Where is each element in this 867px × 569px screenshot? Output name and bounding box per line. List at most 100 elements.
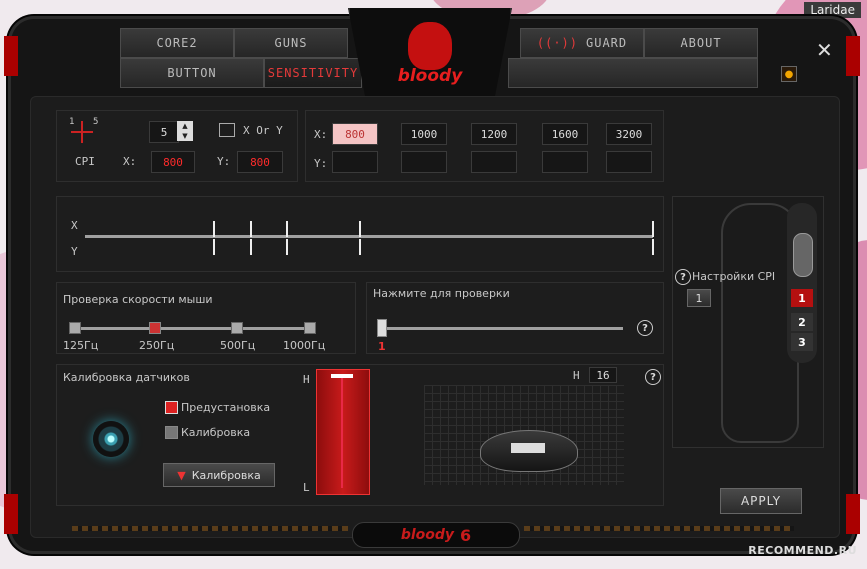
cpi-y-label: Y:	[217, 155, 231, 168]
tab-guns[interactable]: GUNS	[234, 28, 348, 58]
gauge-high-label: H	[303, 373, 310, 386]
mouse-cpi-button-2[interactable]: 2	[791, 313, 813, 331]
signal-icon: ((·))	[536, 36, 578, 50]
preset-x-5[interactable]: 3200	[606, 123, 652, 145]
cpi-label: CPI	[75, 155, 95, 168]
sensitivity-marker-1b[interactable]	[213, 239, 215, 255]
polling-track[interactable]	[75, 327, 311, 330]
preset-x-4[interactable]: 1600	[542, 123, 588, 145]
sensitivity-track[interactable]	[85, 235, 653, 238]
preset-x-2[interactable]: 1000	[401, 123, 447, 145]
cpi-level-max: 5	[93, 117, 99, 127]
sensitivity-marker-2b[interactable]	[250, 239, 252, 255]
preset-x-label: X:	[314, 128, 328, 141]
polling-knob-500[interactable]	[231, 322, 243, 334]
mouse-cpi-button-1[interactable]: 1	[791, 289, 813, 307]
apply-button[interactable]: APPLY	[720, 488, 802, 514]
sensitivity-marker-1[interactable]	[213, 221, 215, 237]
slider-x-label: X	[71, 219, 78, 232]
window-corner-accent	[846, 36, 860, 76]
footer-version: 6	[460, 525, 472, 545]
height-value[interactable]: 16	[589, 367, 617, 383]
gauge-scale	[341, 378, 343, 488]
footer-brand-bar: bloody 6	[352, 522, 520, 548]
tab-about[interactable]: ABOUT	[644, 28, 758, 58]
tab-guard[interactable]: ((·)) GUARD	[520, 28, 644, 58]
xy-link-label: X Or Y	[243, 124, 283, 137]
polling-label-1000: 1000Гц	[283, 339, 326, 352]
cpi-x-input[interactable]: 800	[151, 151, 195, 173]
mouse-preview-panel: 1 2 3	[672, 196, 824, 448]
scroll-wheel-icon	[793, 233, 813, 277]
sensitivity-marker-3b[interactable]	[286, 239, 288, 255]
preset-x-3[interactable]: 1200	[471, 123, 517, 145]
cpi-settings-label: Настройки CPI	[692, 270, 776, 283]
tab-button[interactable]: BUTTON	[120, 58, 264, 88]
cpi-level-input[interactable]: 5	[149, 121, 179, 143]
slider-y-label: Y	[71, 245, 78, 258]
sensor-target-icon	[93, 421, 129, 457]
sensitivity-marker-5[interactable]	[652, 221, 654, 237]
calibrate-button-label: Калибровка	[191, 468, 261, 482]
cpi-y-input[interactable]: 800	[237, 151, 283, 173]
polling-knob-1000[interactable]	[304, 322, 316, 334]
height-help-icon[interactable]: ?	[645, 369, 661, 385]
preset-y-1[interactable]	[332, 151, 378, 173]
tab-sensitivity[interactable]: SENSITIVITY	[264, 58, 362, 88]
bloody-hand-logo-icon	[408, 22, 452, 70]
preset-y-5[interactable]	[606, 151, 652, 173]
polling-label-500: 500Гц	[220, 339, 256, 352]
window-corner-accent	[846, 494, 860, 534]
sensitivity-marker-4[interactable]	[359, 221, 361, 237]
preset-label: Предустановка	[181, 401, 271, 414]
polling-rate-panel: Проверка скорости мыши 125Гц 250Гц 500Гц…	[56, 282, 356, 354]
arrow-down-icon: ▼	[177, 468, 186, 482]
polling-title: Проверка скорости мыши	[63, 293, 213, 306]
tab-core2[interactable]: CORE2	[120, 28, 234, 58]
test-title: Нажмите для проверки	[373, 287, 510, 300]
watermark-bottom: RECOMMEND.RU	[748, 544, 857, 557]
window-corner-accent	[4, 494, 18, 534]
sensitivity-marker-5b[interactable]	[652, 239, 654, 255]
sensitivity-marker-3[interactable]	[286, 221, 288, 237]
lift-off-gauge[interactable]	[316, 369, 370, 495]
mouse-surface-image	[480, 430, 578, 472]
logo-text: bloody	[397, 66, 463, 86]
cpi-presets-panel: X: Y: 800 1000 1200 1600 3200	[305, 110, 664, 182]
calibrate-button[interactable]: ▼ Калибровка	[163, 463, 275, 487]
cpi-settings-help-icon[interactable]: ?	[675, 269, 691, 285]
window-corner-accent	[4, 36, 18, 76]
polling-knob-125[interactable]	[69, 322, 81, 334]
preset-y-3[interactable]	[471, 151, 517, 173]
mouse-cpi-button-3[interactable]: 3	[791, 333, 813, 351]
gauge-low-label: L	[303, 481, 310, 494]
test-help-icon[interactable]: ?	[637, 320, 653, 336]
height-label: H	[573, 369, 580, 382]
calibrate-checkbox[interactable]	[165, 426, 178, 439]
calibration-title: Калибровка датчиков	[63, 371, 190, 384]
cpi-settings-index[interactable]: 1	[687, 289, 711, 307]
cpi-level-stepper[interactable]: ▲ ▼	[177, 121, 193, 141]
xy-link-checkbox[interactable]	[219, 123, 235, 137]
sensitivity-slider-panel: X Y	[56, 196, 664, 272]
calibrate-label: Калибровка	[181, 426, 251, 439]
gauge-handle[interactable]	[331, 374, 353, 378]
polling-label-125: 125Гц	[63, 339, 99, 352]
footer-brand: bloody	[400, 527, 455, 543]
preset-y-2[interactable]	[401, 151, 447, 173]
polling-label-250: 250Гц	[139, 339, 175, 352]
close-icon[interactable]: ✕	[816, 38, 833, 62]
preset-checkbox[interactable]	[165, 401, 178, 414]
polling-knob-250[interactable]	[149, 322, 161, 334]
test-track[interactable]	[381, 327, 623, 330]
bulb-icon[interactable]: ●	[781, 66, 797, 82]
hazard-stripe-right	[524, 526, 794, 531]
test-knob[interactable]	[377, 319, 387, 337]
preset-y-4[interactable]	[542, 151, 588, 173]
logo-panel: bloody	[348, 8, 512, 110]
tab-guard-label: GUARD	[586, 36, 628, 50]
hazard-stripe-left	[72, 526, 348, 531]
preset-x-1[interactable]: 800	[332, 123, 378, 145]
sensitivity-marker-2[interactable]	[250, 221, 252, 237]
sensitivity-marker-4b[interactable]	[359, 239, 361, 255]
